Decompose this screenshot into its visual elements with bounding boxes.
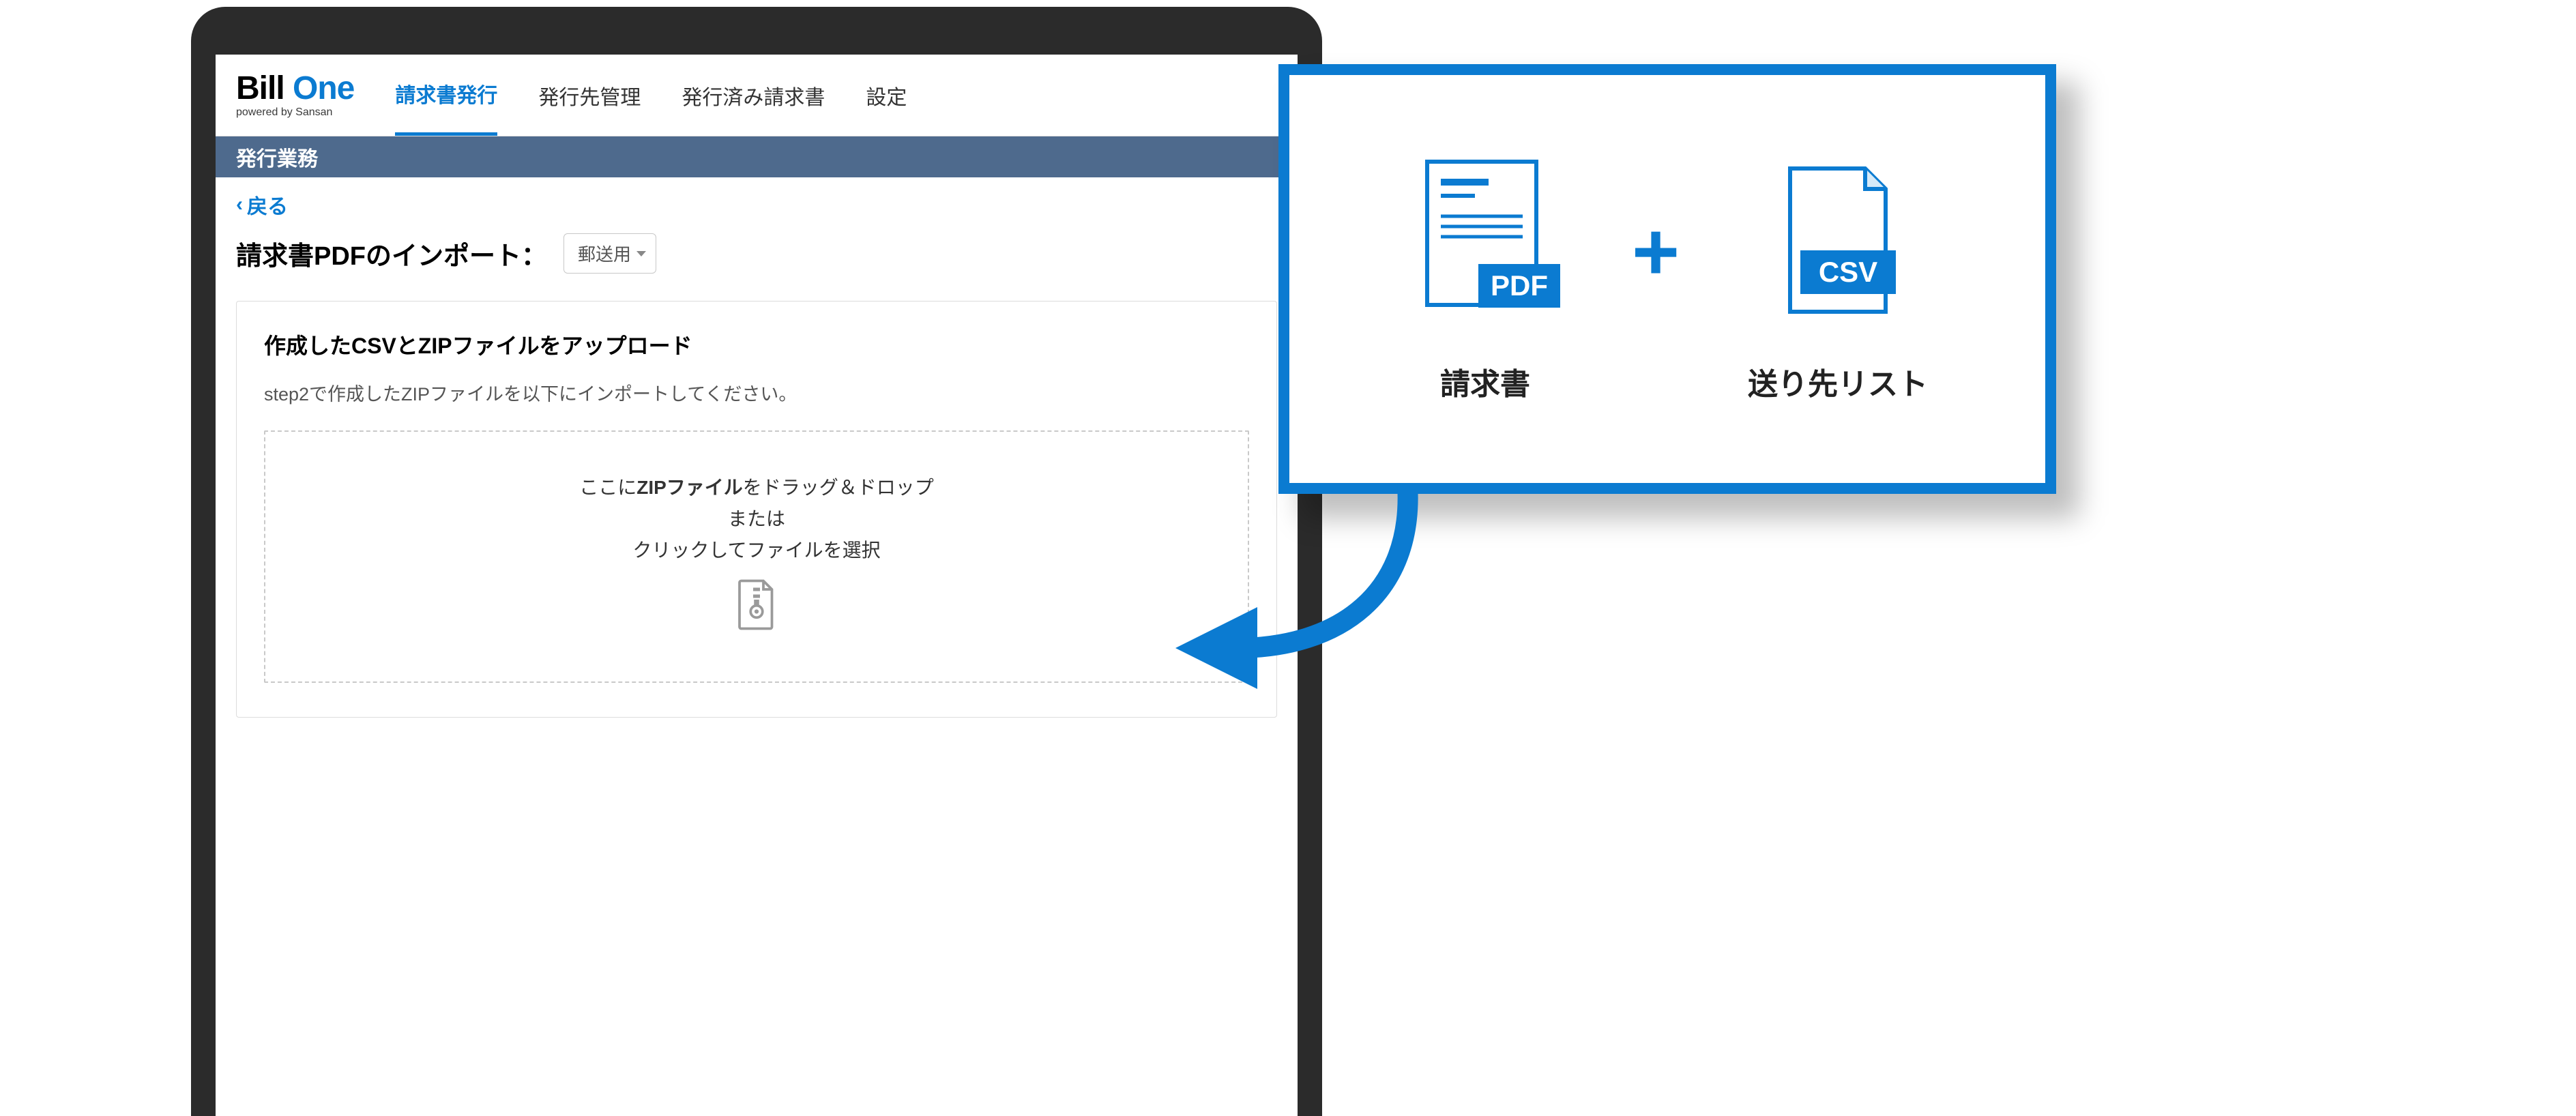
logo-sub: powered by Sansan [236, 106, 354, 119]
dropzone-click: クリックしてファイルを選択 [279, 535, 1234, 563]
file-dropzone[interactable]: ここにZIPファイルをドラッグ＆ドロップ または クリックしてファイルを選択 [264, 430, 1249, 683]
zip-file-icon [736, 579, 777, 630]
nav-settings[interactable]: 設定 [866, 55, 907, 136]
back-label: 戻る [247, 190, 288, 220]
nav-recipients[interactable]: 発行先管理 [538, 55, 641, 136]
upload-desc: step2で作成したZIPファイルを以下にインポートしてください。 [264, 379, 1249, 406]
app-preview-region: Bill One powered by Sansan 請求書発行 発行先管理 発… [0, 0, 1288, 1048]
callout-pdf-col: PDF 請求書 [1407, 155, 1564, 403]
back-link[interactable]: ‹ 戻る [236, 190, 288, 220]
logo-main: Bill One [236, 72, 354, 105]
logo: Bill One powered by Sansan [236, 72, 354, 119]
upload-card: 作成したCSVとZIPファイルをアップロード step2で作成したZIPファイル… [236, 301, 1277, 718]
callout-box: PDF 請求書 + CSV 送り先リスト [1278, 64, 2056, 494]
dropzone-or: または [279, 504, 1234, 531]
content-area: ‹ 戻る 請求書PDFのインポート： 郵送用 作成したCSVとZIPファイルをア… [216, 177, 1298, 730]
plus-icon: + [1632, 211, 1680, 293]
upload-heading: 作成したCSVとZIPファイルをアップロード [264, 329, 1249, 360]
page-title: 請求書PDFのインポート： [236, 235, 547, 272]
logo-text-bill: Bill [236, 70, 284, 106]
nav-invoice-issue[interactable]: 請求書発行 [395, 55, 497, 136]
pdf-doc-icon: PDF [1407, 155, 1564, 332]
dropzone-line1: ここにZIPファイルをドラッグ＆ドロップ [279, 473, 1234, 500]
svg-text:CSV: CSV [1819, 256, 1877, 288]
subheader-title: 発行業務 [236, 148, 318, 171]
callout-csv-label: 送り先リスト [1748, 359, 1928, 403]
main-nav: 請求書発行 発行先管理 発行済み請求書 設定 [395, 55, 907, 136]
laptop-frame: Bill One powered by Sansan 請求書発行 発行先管理 発… [191, 7, 1322, 1116]
logo-text-one: One [293, 70, 354, 106]
svg-text:PDF: PDF [1491, 269, 1548, 302]
page-title-row: 請求書PDFのインポート： 郵送用 [236, 233, 1277, 274]
csv-file-icon: CSV [1763, 155, 1913, 332]
callout-region: PDF 請求書 + CSV 送り先リスト [1288, 0, 2576, 1048]
callout-pdf-label: 請求書 [1440, 359, 1530, 403]
subheader-bar: 発行業務 [216, 136, 1298, 177]
app-header: Bill One powered by Sansan 請求書発行 発行先管理 発… [216, 55, 1298, 136]
nav-issued-invoices[interactable]: 発行済み請求書 [682, 55, 825, 136]
callout-csv-col: CSV 送り先リスト [1748, 155, 1928, 403]
chevron-left-icon: ‹ [236, 193, 243, 216]
app-screen: Bill One powered by Sansan 請求書発行 発行先管理 発… [216, 55, 1298, 1116]
import-type-dropdown[interactable]: 郵送用 [564, 233, 656, 274]
dropdown-selected: 郵送用 [578, 244, 631, 265]
